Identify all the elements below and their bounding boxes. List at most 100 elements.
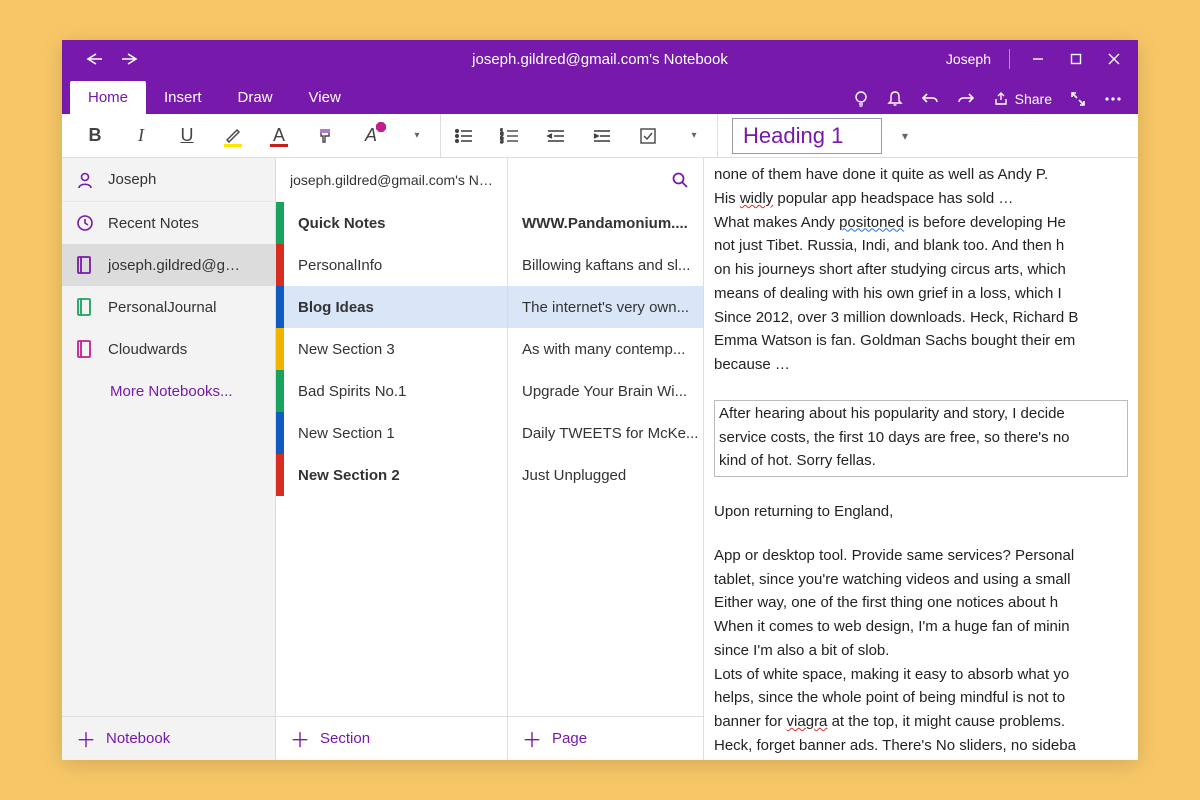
section-label: PersonalInfo (298, 257, 382, 274)
share-button[interactable]: Share (993, 91, 1052, 107)
close-button[interactable] (1104, 49, 1124, 69)
font-color-button[interactable]: A (256, 114, 302, 157)
editor-line[interactable]: on his journeys short after studying cir… (714, 259, 1128, 281)
page-item[interactable]: As with many contemp... (508, 328, 703, 370)
editor-line[interactable]: Since 2012, over 3 million downloads. He… (714, 307, 1128, 329)
editor-line[interactable]: Emma Watson is fan. Goldman Sachs bought… (714, 330, 1128, 352)
page-item[interactable]: Just Unplugged (508, 454, 703, 496)
clear-formatting-button[interactable]: A (348, 114, 394, 157)
editor-line[interactable]: What makes Andy positoned is before deve… (714, 212, 1128, 234)
section-label: Quick Notes (298, 215, 386, 232)
outdent-button[interactable] (533, 114, 579, 157)
tab-insert[interactable]: Insert (146, 81, 220, 114)
editor-line[interactable]: After hearing about his popularity and s… (719, 403, 1123, 425)
clock-icon (76, 214, 94, 232)
pages-pane: WWW.Pandamonium....Billowing kaftans and… (508, 158, 704, 760)
editor-line[interactable]: none of them have done it quite as well … (714, 164, 1128, 186)
notebook-label: joseph.gildred@g… (108, 257, 240, 274)
fullscreen-icon[interactable] (1070, 91, 1086, 107)
page-item[interactable]: The internet's very own... (508, 286, 703, 328)
add-section-button[interactable]: ＋ Section (276, 716, 507, 760)
editor-line[interactable]: App or desktop tool. Provide same servic… (714, 545, 1128, 567)
editor-line[interactable]: Either way, one of the first thing one n… (714, 592, 1128, 614)
todo-tag-button[interactable] (625, 114, 671, 157)
notebook-item[interactable]: joseph.gildred@g… (62, 244, 275, 286)
editor-line[interactable]: Heck, forget banner ads. There's No slid… (714, 735, 1128, 757)
editor-line[interactable] (714, 525, 1128, 543)
paragraph-dropdown-chevron[interactable]: ▾ (671, 114, 717, 157)
bell-icon[interactable] (887, 90, 903, 108)
maximize-button[interactable] (1066, 49, 1086, 69)
editor-line[interactable]: since I'm also a bit of slob. (714, 640, 1128, 662)
editor-line[interactable]: service costs, the first 10 days are fre… (719, 427, 1123, 449)
tab-home[interactable]: Home (70, 81, 146, 114)
highlight-button[interactable] (210, 114, 256, 157)
page-item[interactable]: Upgrade Your Brain Wi... (508, 370, 703, 412)
sections-pane: joseph.gildred@gmail.com's Notebook Quic… (276, 158, 508, 760)
section-item[interactable]: New Section 3 (276, 328, 507, 370)
font-dropdown-chevron[interactable]: ▾ (394, 114, 440, 157)
section-item[interactable]: Quick Notes (276, 202, 507, 244)
editor-line[interactable]: Lots of white space, making it easy to a… (714, 664, 1128, 686)
bold-button[interactable]: B (72, 114, 118, 157)
redo-icon[interactable] (957, 91, 975, 107)
page-item[interactable]: Daily TWEETS for McKe... (508, 412, 703, 454)
indent-button[interactable] (579, 114, 625, 157)
italic-button[interactable]: I (118, 114, 164, 157)
more-icon[interactable] (1104, 96, 1122, 102)
editor-line[interactable] (714, 481, 1128, 499)
tab-view[interactable]: View (291, 81, 359, 114)
add-page-button[interactable]: ＋ Page (508, 716, 703, 760)
editor-line[interactable]: not just Tibet. Russia, Indi, and blank … (714, 235, 1128, 257)
ribbon-tabs: Home Insert Draw View Share (62, 78, 1138, 114)
forward-button[interactable] (122, 49, 142, 69)
add-notebook-button[interactable]: ＋ Notebook (62, 716, 275, 760)
person-icon (76, 171, 94, 189)
recent-notes-item[interactable]: Recent Notes (62, 202, 275, 244)
more-notebooks-link[interactable]: More Notebooks... (62, 370, 275, 412)
add-notebook-label: Notebook (106, 730, 170, 747)
notebooks-pane: Joseph Recent Notes joseph.gildred@g… Pe… (62, 158, 276, 760)
svg-text:3: 3 (500, 139, 504, 144)
editor-line[interactable]: means of dealing with his own grief in a… (714, 283, 1128, 305)
lightbulb-icon[interactable] (853, 90, 869, 108)
section-label: Bad Spirits No.1 (298, 383, 406, 400)
editor-pane[interactable]: none of them have done it quite as well … (704, 158, 1138, 760)
editor-line[interactable]: tablet, since you're watching videos and… (714, 569, 1128, 591)
editor-line[interactable] (714, 378, 1128, 396)
undo-icon[interactable] (921, 91, 939, 107)
page-item[interactable]: Billowing kaftans and sl... (508, 244, 703, 286)
notebook-label: PersonalJournal (108, 299, 216, 316)
tab-draw[interactable]: Draw (220, 81, 291, 114)
notebook-item[interactable]: PersonalJournal (62, 286, 275, 328)
section-item[interactable]: New Section 1 (276, 412, 507, 454)
style-selector[interactable]: Heading 1 (732, 118, 882, 154)
section-item[interactable]: Bad Spirits No.1 (276, 370, 507, 412)
search-icon[interactable] (671, 171, 689, 189)
editor-body[interactable]: none of them have done it quite as well … (704, 158, 1138, 760)
editor-line[interactable]: His widly popular app headspace has sold… (714, 188, 1128, 210)
notebook-item[interactable]: Cloudwards (62, 328, 275, 370)
format-painter-button[interactable] (302, 114, 348, 157)
editor-line[interactable]: When it comes to web design, I'm a huge … (714, 616, 1128, 638)
account-name[interactable]: Joseph (946, 51, 991, 67)
bullet-list-button[interactable] (441, 114, 487, 157)
section-color-tab (276, 454, 284, 496)
section-item[interactable]: New Section 2 (276, 454, 507, 496)
style-dropdown-chevron[interactable]: ▾ (902, 129, 908, 143)
editor-line[interactable]: embedded videos, no banner ads. It makes… (714, 759, 1128, 761)
editor-line[interactable]: helps, since the whole point of being mi… (714, 687, 1128, 709)
numbered-list-button[interactable]: 123 (487, 114, 533, 157)
section-item[interactable]: PersonalInfo (276, 244, 507, 286)
minimize-button[interactable] (1028, 49, 1048, 69)
window-title: joseph.gildred@gmail.com's Notebook (472, 51, 728, 68)
section-item[interactable]: Blog Ideas (276, 286, 507, 328)
share-label: Share (1015, 91, 1052, 107)
editor-line[interactable]: because … (714, 354, 1128, 376)
page-item[interactable]: WWW.Pandamonium.... (508, 202, 703, 244)
editor-line[interactable]: kind of hot. Sorry fellas. (719, 450, 1123, 472)
editor-line[interactable]: Upon returning to England, (714, 501, 1128, 523)
editor-line[interactable]: banner for viagra at the top, it might c… (714, 711, 1128, 733)
back-button[interactable] (84, 49, 104, 69)
underline-button[interactable]: U (164, 114, 210, 157)
